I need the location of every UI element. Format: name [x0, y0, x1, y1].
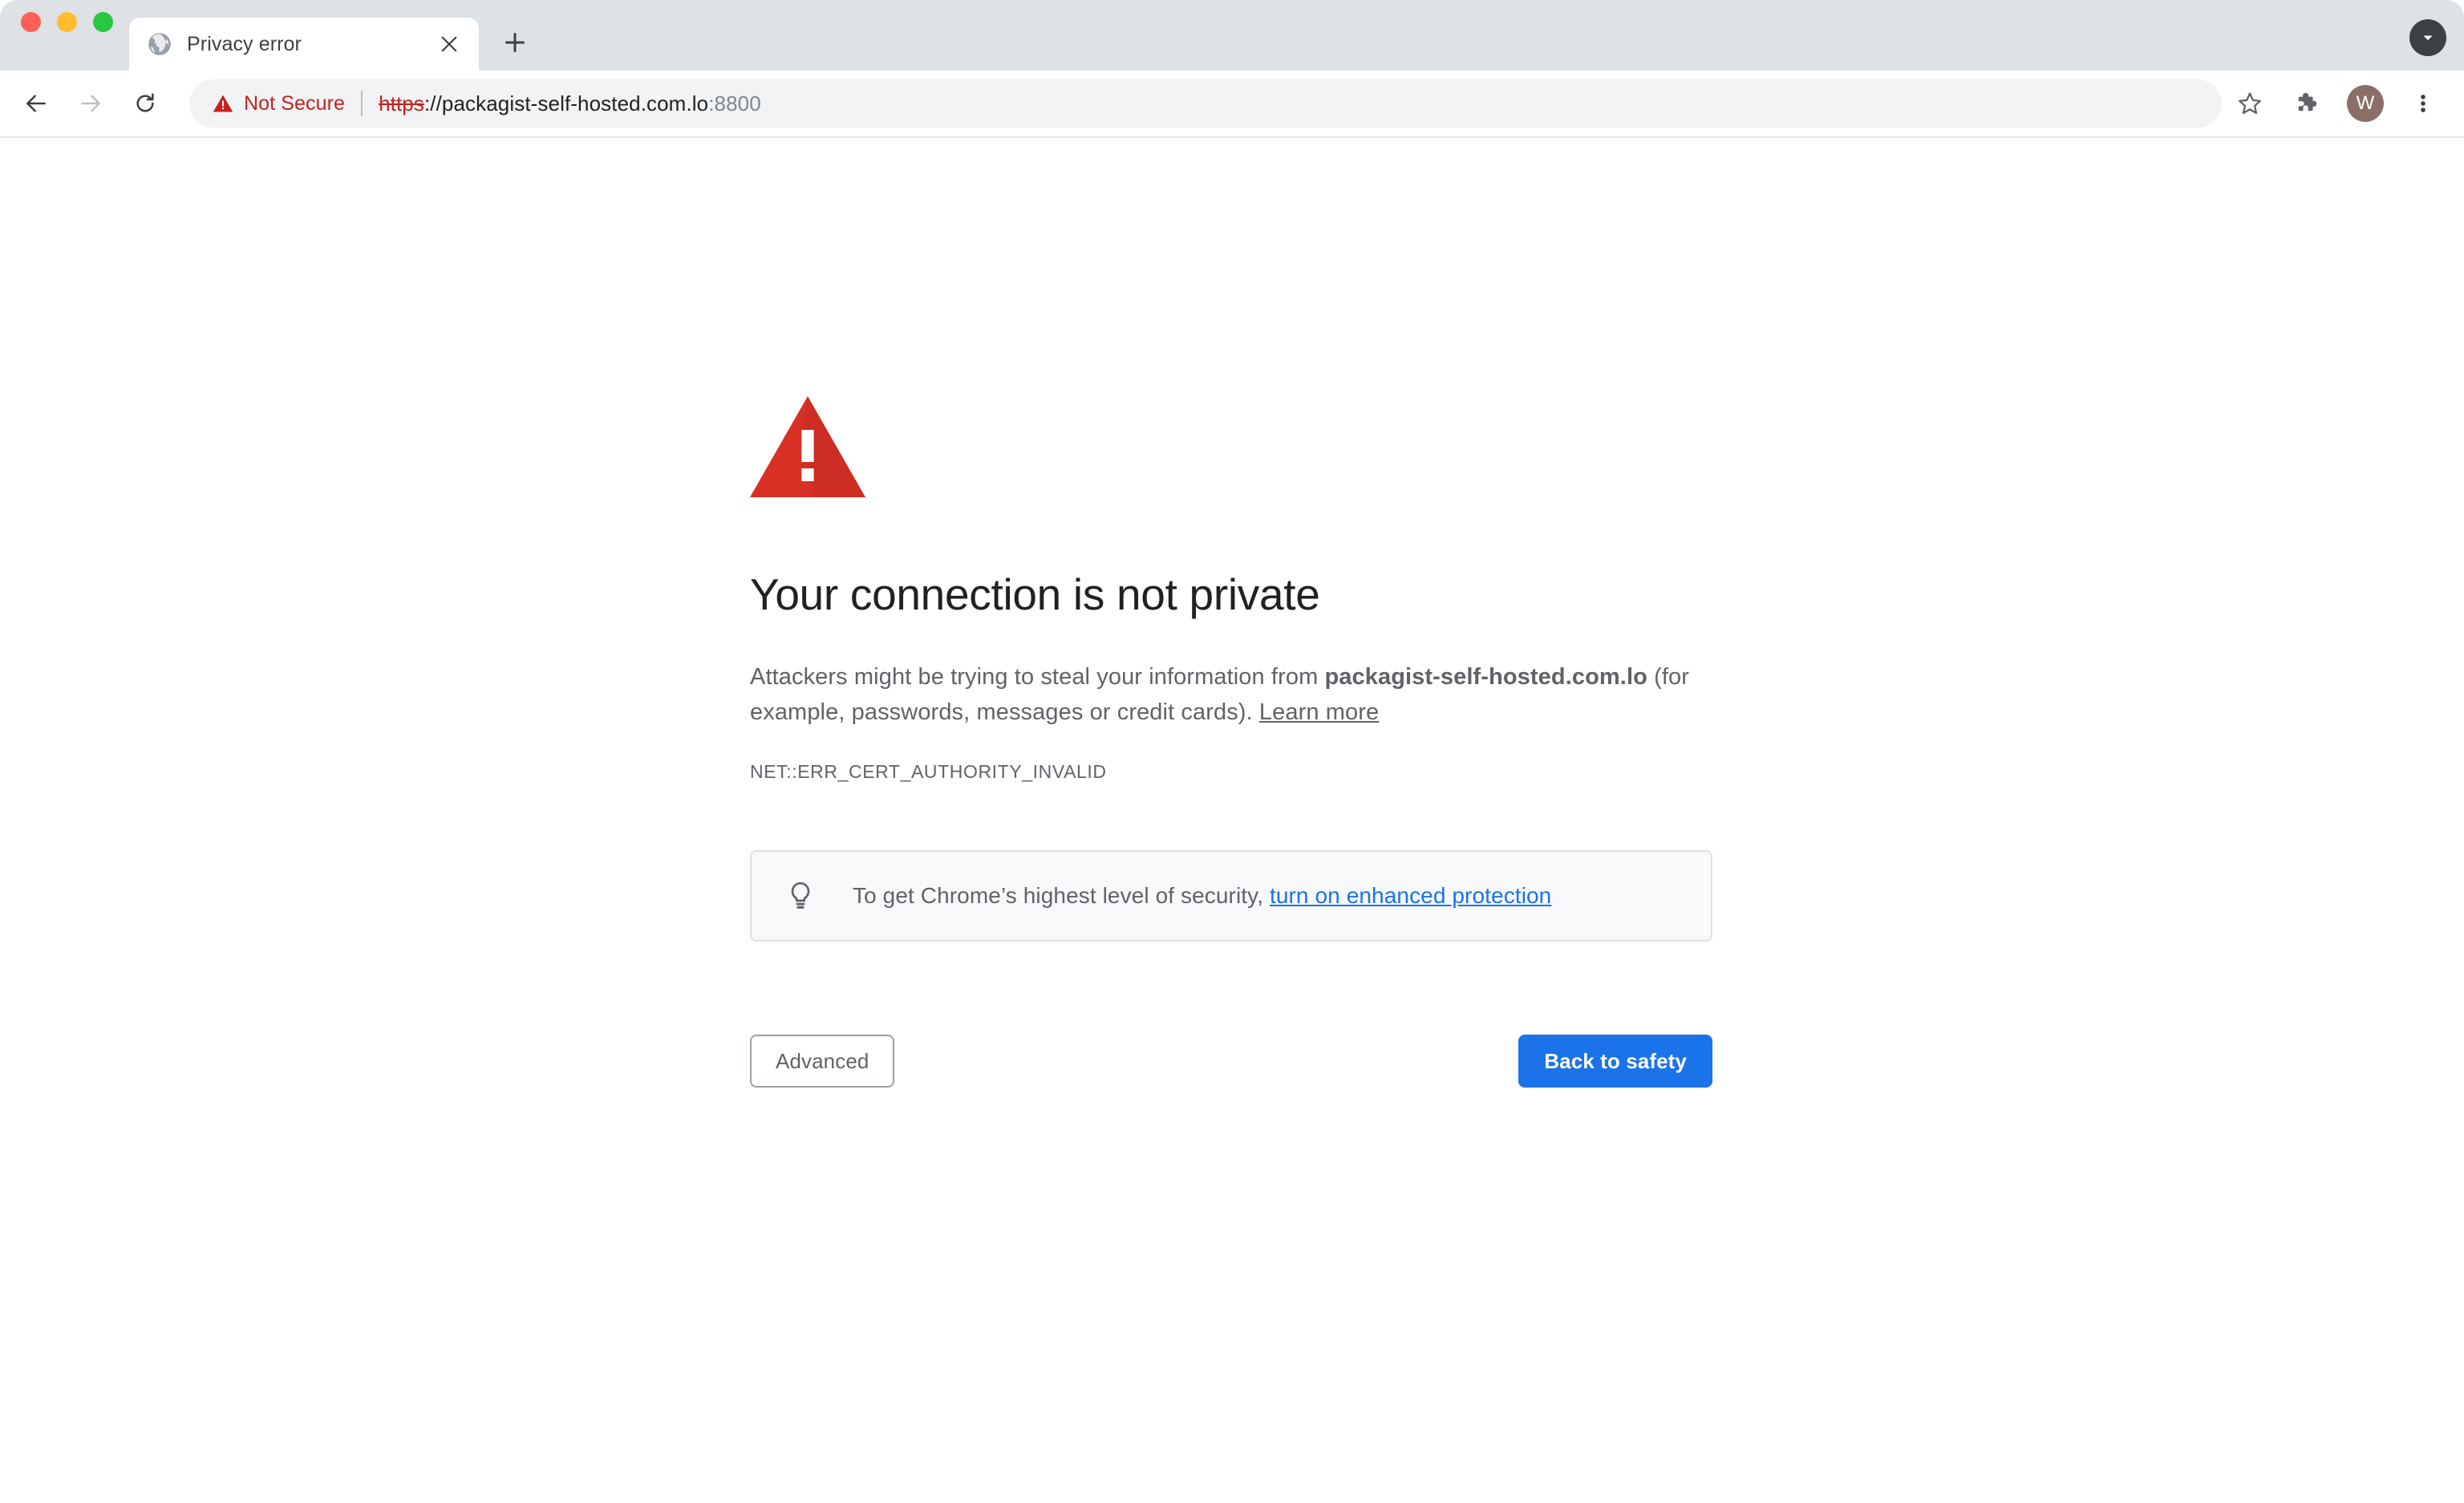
reload-icon[interactable]	[120, 79, 170, 128]
close-icon[interactable]	[434, 29, 464, 59]
avatar-initial: W	[2347, 85, 2384, 122]
puzzle-piece-icon[interactable]	[2284, 80, 2331, 127]
url-port: :8800	[708, 91, 761, 115]
url-text[interactable]: https://packagist-self-hosted.com.lo:880…	[379, 91, 761, 116]
protection-notice-prefix: To get Chrome’s highest level of securit…	[853, 883, 1270, 909]
interstitial-button-row: Advanced Back to safety	[750, 1034, 1712, 1088]
turn-on-enhanced-protection-link[interactable]: turn on enhanced protection	[1270, 883, 1551, 908]
url-separator: ://	[424, 91, 442, 115]
security-status-chip[interactable]: Not Secure	[212, 92, 345, 115]
url-scheme: https	[379, 91, 424, 115]
page-title: Your connection is not private	[750, 569, 1320, 619]
browser-window: Privacy error Not Secure https://packagi…	[0, 0, 2464, 1503]
back-to-safety-button[interactable]: Back to safety	[1518, 1034, 1712, 1088]
lightbulb-icon	[784, 879, 817, 913]
tab-privacy-error[interactable]: Privacy error	[129, 18, 479, 71]
protection-notice-text: To get Chrome’s highest level of securit…	[853, 880, 1551, 911]
window-minimize-button[interactable]	[57, 11, 77, 32]
advanced-button[interactable]: Advanced	[750, 1034, 895, 1088]
tab-search-button[interactable]	[2409, 19, 2446, 56]
red-warning-triangle-icon	[750, 396, 865, 497]
window-close-button[interactable]	[21, 11, 41, 32]
star-icon[interactable]	[2227, 80, 2273, 127]
new-tab-button[interactable]	[493, 21, 537, 64]
three-dot-menu-icon[interactable]	[2400, 80, 2446, 127]
tab-strip: Privacy error	[0, 0, 2464, 71]
url-host: packagist-self-hosted.com.lo	[441, 91, 709, 115]
tab-title: Privacy error	[187, 32, 302, 55]
back-arrow-icon[interactable]	[11, 79, 61, 128]
address-bar[interactable]: Not Secure https://packagist-self-hosted…	[189, 79, 2222, 128]
ssl-interstitial: Your connection is not private Attackers…	[750, 396, 1712, 1088]
warning-triangle-icon	[212, 92, 234, 115]
not-secure-label: Not Secure	[244, 91, 346, 115]
enhanced-protection-notice: To get Chrome’s highest level of securit…	[750, 849, 1712, 942]
error-code: NET::ERR_CERT_AUTHORITY_INVALID	[750, 760, 1107, 782]
body-prefix: Attackers might be trying to steal your …	[750, 664, 1325, 690]
window-traffic-lights	[0, 0, 129, 71]
browser-toolbar: Not Secure https://packagist-self-hosted…	[0, 71, 2464, 138]
window-maximize-button[interactable]	[93, 11, 113, 32]
globe-icon	[147, 31, 172, 57]
omnibox-separator	[361, 91, 363, 116]
body-domain: packagist-self-hosted.com.lo	[1324, 664, 1647, 690]
interstitial-body: Attackers might be trying to steal your …	[750, 659, 1712, 731]
forward-arrow-icon	[66, 79, 116, 128]
page-content: Your connection is not private Attackers…	[0, 138, 2464, 1503]
learn-more-link[interactable]: Learn more	[1259, 699, 1379, 725]
avatar[interactable]: W	[2342, 80, 2389, 127]
